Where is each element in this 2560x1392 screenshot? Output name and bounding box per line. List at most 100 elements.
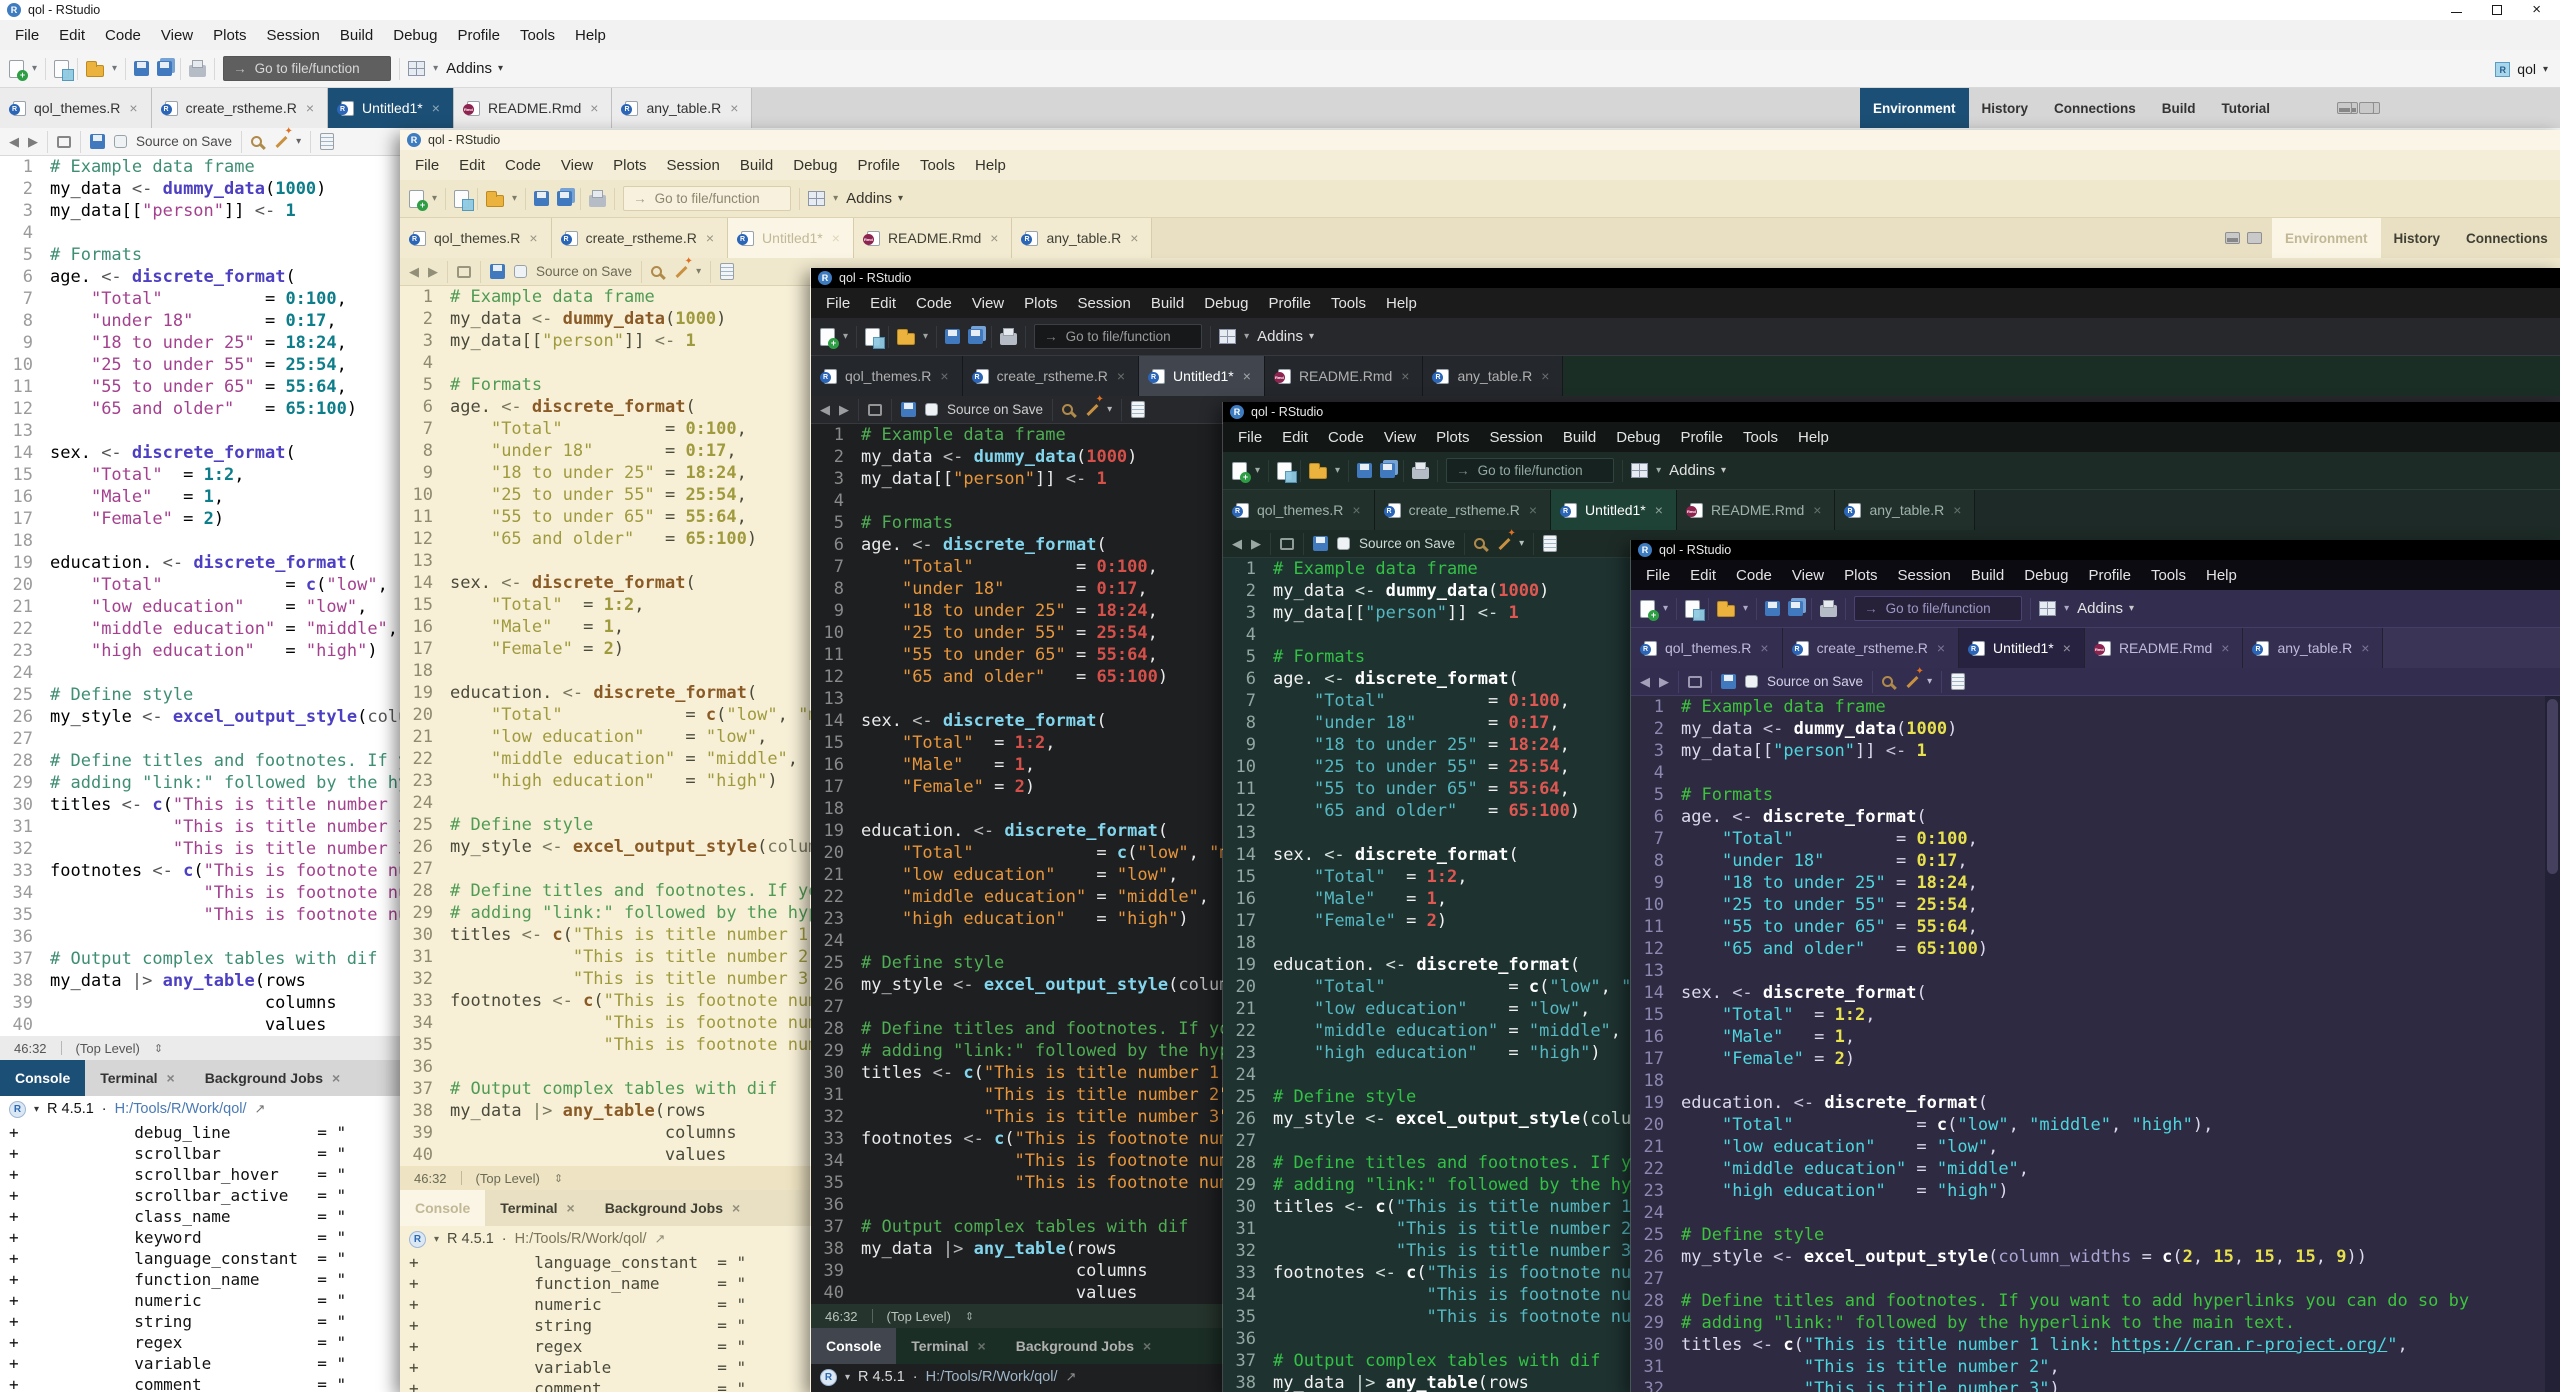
goto-file-function-box[interactable]: →Go to file/function bbox=[1446, 458, 1614, 483]
goto-file-function-box[interactable]: →Go to file/function bbox=[623, 186, 791, 211]
scrollbar-thumb[interactable] bbox=[2547, 699, 2558, 874]
goto-file-function-box[interactable]: →Go to file/function bbox=[1854, 596, 2022, 621]
editor-save-icon[interactable] bbox=[901, 402, 916, 417]
tab-readme-rmd[interactable]: README.Rmd× bbox=[1677, 490, 1836, 530]
source-on-save-checkbox[interactable] bbox=[1337, 537, 1350, 550]
pane-maximize-icon[interactable] bbox=[2247, 232, 2262, 244]
tab-tutorial[interactable]: Tutorial bbox=[2209, 88, 2284, 128]
new-project-icon[interactable] bbox=[1685, 600, 1700, 618]
tab-close-icon[interactable]: × bbox=[529, 230, 537, 246]
menu-item-edit[interactable]: Edit bbox=[449, 157, 495, 174]
menu-item-build[interactable]: Build bbox=[330, 27, 383, 44]
tab-close-icon[interactable]: × bbox=[1130, 230, 1138, 246]
addins-button[interactable]: Addins▾ bbox=[1669, 462, 1726, 479]
tab-readme-rmd[interactable]: README.Rmd× bbox=[854, 218, 1013, 258]
pane-maximize-icon[interactable] bbox=[2359, 102, 2374, 114]
new-project-icon[interactable] bbox=[1277, 462, 1292, 480]
addins-button[interactable]: Addins▾ bbox=[1257, 328, 1314, 345]
menu-item-code[interactable]: Code bbox=[1726, 567, 1782, 584]
tab-console[interactable]: Console bbox=[0, 1060, 85, 1096]
tab-readme-rmd[interactable]: README.Rmd× bbox=[454, 88, 613, 128]
open-dropdown-icon[interactable]: ▾ bbox=[1335, 465, 1340, 476]
code-tools-dropdown-icon[interactable]: ▾ bbox=[696, 266, 701, 277]
tab-close-icon[interactable]: × bbox=[1529, 502, 1537, 518]
new-file-dropdown-icon[interactable]: ▾ bbox=[432, 193, 437, 204]
menu-item-debug[interactable]: Debug bbox=[1606, 429, 1670, 446]
menu-item-view[interactable]: View bbox=[151, 27, 203, 44]
menu-item-session[interactable]: Session bbox=[657, 157, 730, 174]
tab-close-icon[interactable]: × bbox=[1655, 502, 1663, 518]
compile-report-icon[interactable] bbox=[1951, 673, 1965, 690]
forward-icon[interactable]: ▶ bbox=[1251, 536, 1261, 552]
code-tools-icon[interactable] bbox=[676, 265, 688, 277]
print-icon[interactable] bbox=[1000, 333, 1017, 345]
panes-grid-icon[interactable] bbox=[1631, 463, 1648, 478]
scope-label[interactable]: (Top Level) bbox=[476, 1171, 540, 1186]
hyperlink[interactable]: https://cran.r-project.org/ bbox=[2111, 1335, 2387, 1355]
menu-item-file[interactable]: File bbox=[1228, 429, 1272, 446]
editor-save-icon[interactable] bbox=[1721, 674, 1736, 689]
compile-report-icon[interactable] bbox=[1543, 535, 1557, 552]
menu-item-help[interactable]: Help bbox=[1376, 295, 1427, 312]
save-icon[interactable] bbox=[534, 191, 549, 206]
tab-close-icon[interactable]: × bbox=[2221, 640, 2229, 656]
compile-report-icon[interactable] bbox=[320, 133, 334, 150]
new-file-icon[interactable]: + bbox=[9, 60, 24, 78]
restore-button[interactable] bbox=[2492, 5, 2502, 15]
code-editor[interactable]: 1# Example data frame2my_data <- dummy_d… bbox=[1631, 696, 2560, 1392]
tab-qol-themes-r[interactable]: qol_themes.R× bbox=[0, 88, 152, 128]
code-tools-icon[interactable] bbox=[1907, 675, 1919, 687]
open-in-new-window-icon[interactable] bbox=[457, 266, 471, 278]
r-version-dropdown-icon[interactable]: ▾ bbox=[34, 1104, 39, 1115]
tab-background-jobs[interactable]: Background Jobs× bbox=[590, 1190, 755, 1226]
tab-terminal[interactable]: Terminal× bbox=[896, 1328, 1001, 1364]
tab-untitled1-[interactable]: Untitled1*× bbox=[1959, 628, 2085, 668]
tab-close-icon[interactable]: × bbox=[1760, 640, 1768, 656]
tab-build[interactable]: Build bbox=[2149, 88, 2209, 128]
panes-dropdown-icon[interactable]: ▾ bbox=[433, 63, 438, 74]
print-icon[interactable] bbox=[1412, 467, 1429, 479]
panes-dropdown-icon[interactable]: ▾ bbox=[1656, 465, 1661, 476]
save-all-icon[interactable] bbox=[1788, 601, 1803, 616]
menu-item-plots[interactable]: Plots bbox=[1834, 567, 1887, 584]
r-version-dropdown-icon[interactable]: ▾ bbox=[845, 1372, 850, 1383]
tab-close-icon[interactable]: × bbox=[940, 368, 948, 384]
panes-grid-icon[interactable] bbox=[1219, 329, 1236, 344]
menu-item-file[interactable]: File bbox=[405, 157, 449, 174]
open-file-icon[interactable] bbox=[897, 333, 915, 345]
tab-close-icon[interactable]: × bbox=[129, 100, 137, 116]
tab-untitled1-[interactable]: Untitled1*× bbox=[1139, 356, 1265, 396]
menu-item-build[interactable]: Build bbox=[1553, 429, 1606, 446]
open-file-icon[interactable] bbox=[86, 65, 104, 77]
goto-file-function-box[interactable]: →Go to file/function bbox=[223, 56, 391, 81]
menu-item-session[interactable]: Session bbox=[1068, 295, 1141, 312]
save-icon[interactable] bbox=[134, 61, 149, 76]
forward-icon[interactable]: ▶ bbox=[1659, 674, 1669, 690]
menu-item-edit[interactable]: Edit bbox=[49, 27, 95, 44]
tab-background-jobs[interactable]: Background Jobs× bbox=[190, 1060, 355, 1096]
menu-item-file[interactable]: File bbox=[1636, 567, 1680, 584]
open-in-new-icon[interactable]: ↗ bbox=[655, 1231, 666, 1247]
code-tools-dropdown-icon[interactable]: ▾ bbox=[1519, 538, 1524, 549]
menu-item-edit[interactable]: Edit bbox=[1272, 429, 1318, 446]
menu-item-tools[interactable]: Tools bbox=[910, 157, 965, 174]
tab-close-icon[interactable]: × bbox=[432, 100, 440, 116]
print-icon[interactable] bbox=[189, 65, 206, 77]
tab-close-icon[interactable]: × bbox=[706, 230, 714, 246]
menu-item-view[interactable]: View bbox=[1374, 429, 1426, 446]
code-tools-dropdown-icon[interactable]: ▾ bbox=[296, 136, 301, 147]
editor-scrollbar[interactable] bbox=[2545, 696, 2560, 1392]
addins-button[interactable]: Addins▾ bbox=[846, 190, 903, 207]
menu-item-plots[interactable]: Plots bbox=[1426, 429, 1479, 446]
tab-console[interactable]: Console bbox=[400, 1190, 485, 1226]
open-file-icon[interactable] bbox=[486, 195, 504, 207]
menu-item-code[interactable]: Code bbox=[95, 27, 151, 44]
tab-any-table-r[interactable]: any_table.R× bbox=[612, 88, 752, 128]
project-menu-button[interactable]: Rqol▾ bbox=[2495, 50, 2548, 88]
open-in-new-window-icon[interactable] bbox=[1688, 676, 1702, 688]
tab-close-icon[interactable]: × bbox=[732, 1200, 740, 1216]
tab-close-icon[interactable]: × bbox=[1401, 368, 1409, 384]
menu-item-view[interactable]: View bbox=[1782, 567, 1834, 584]
new-file-dropdown-icon[interactable]: ▾ bbox=[32, 63, 37, 74]
menu-item-session[interactable]: Session bbox=[1888, 567, 1961, 584]
